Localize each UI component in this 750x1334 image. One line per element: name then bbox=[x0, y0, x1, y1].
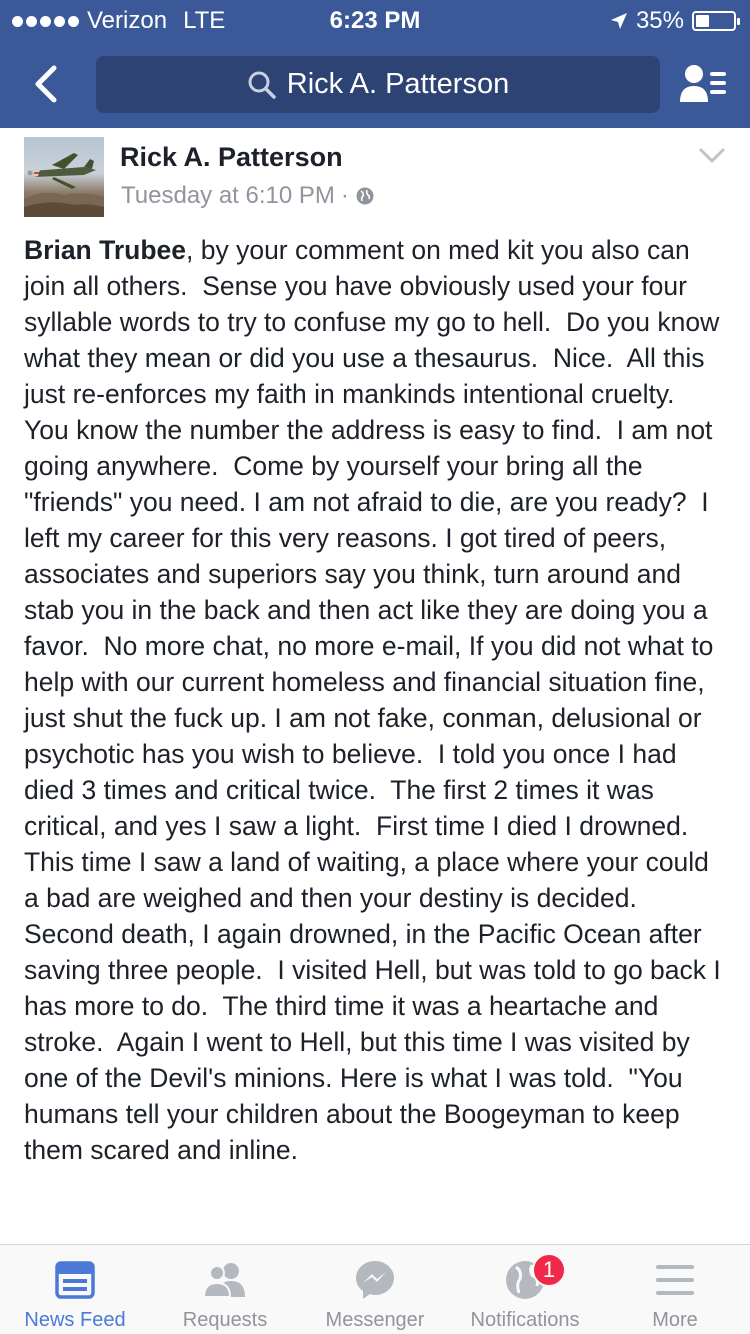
search-bar[interactable]: Rick A. Patterson bbox=[96, 56, 660, 113]
battery-percent: 35% bbox=[635, 7, 684, 34]
back-button[interactable] bbox=[22, 60, 70, 108]
profile-list-icon bbox=[680, 65, 726, 102]
tab-messenger[interactable]: Messenger bbox=[300, 1245, 450, 1334]
battery-level-fill bbox=[696, 15, 709, 27]
mentioned-user[interactable]: Brian Trubee bbox=[24, 235, 186, 265]
notification-badge: 1 bbox=[532, 1253, 566, 1287]
battery-icon bbox=[692, 11, 740, 31]
nav-bar: Rick A. Patterson bbox=[0, 40, 750, 128]
author-avatar[interactable] bbox=[24, 137, 104, 217]
friend-requests-icon bbox=[201, 1259, 249, 1301]
menu-icon bbox=[651, 1259, 699, 1301]
post-author[interactable]: Rick A. Patterson bbox=[120, 142, 343, 173]
globe-privacy-icon bbox=[356, 187, 374, 205]
post-body-text: , by your comment on med kit you also ca… bbox=[24, 235, 729, 1165]
location-arrow-icon bbox=[610, 13, 627, 29]
post-text: Brian Trubee, by your comment on med kit… bbox=[24, 232, 730, 1168]
messenger-icon bbox=[351, 1259, 399, 1301]
status-right: 35% bbox=[610, 7, 740, 35]
tab-label: Requests bbox=[182, 1309, 268, 1331]
tab-bar: News Feed Requests Messenger 1 Notificat… bbox=[0, 1244, 750, 1334]
status-bar: Verizon LTE 6:23 PM 35% bbox=[0, 0, 750, 40]
post: Rick A. Patterson Tuesday at 6:10 PM · B… bbox=[0, 128, 750, 1244]
news-feed-icon bbox=[51, 1259, 99, 1301]
post-timestamp[interactable]: Tuesday at 6:10 PM bbox=[121, 182, 335, 210]
chevron-down-icon bbox=[699, 148, 725, 163]
search-text: Rick A. Patterson bbox=[286, 68, 510, 100]
search-icon bbox=[248, 71, 276, 99]
tab-news-feed[interactable]: News Feed bbox=[0, 1245, 150, 1334]
chevron-left-icon bbox=[35, 65, 57, 103]
fighter-plane-avatar-image bbox=[24, 153, 104, 217]
meta-separator: · bbox=[340, 182, 349, 209]
post-meta: Tuesday at 6:10 PM · bbox=[121, 182, 375, 210]
tab-label: News Feed bbox=[24, 1309, 126, 1331]
tab-label: More bbox=[652, 1309, 698, 1331]
tab-more[interactable]: More bbox=[600, 1245, 750, 1334]
tab-notifications[interactable]: 1 Notifications bbox=[450, 1245, 600, 1334]
post-options-button[interactable] bbox=[698, 146, 726, 166]
tab-label: Notifications bbox=[470, 1309, 580, 1331]
tab-label: Messenger bbox=[325, 1309, 425, 1331]
tab-requests[interactable]: Requests bbox=[150, 1245, 300, 1334]
profile-button[interactable] bbox=[678, 62, 730, 106]
